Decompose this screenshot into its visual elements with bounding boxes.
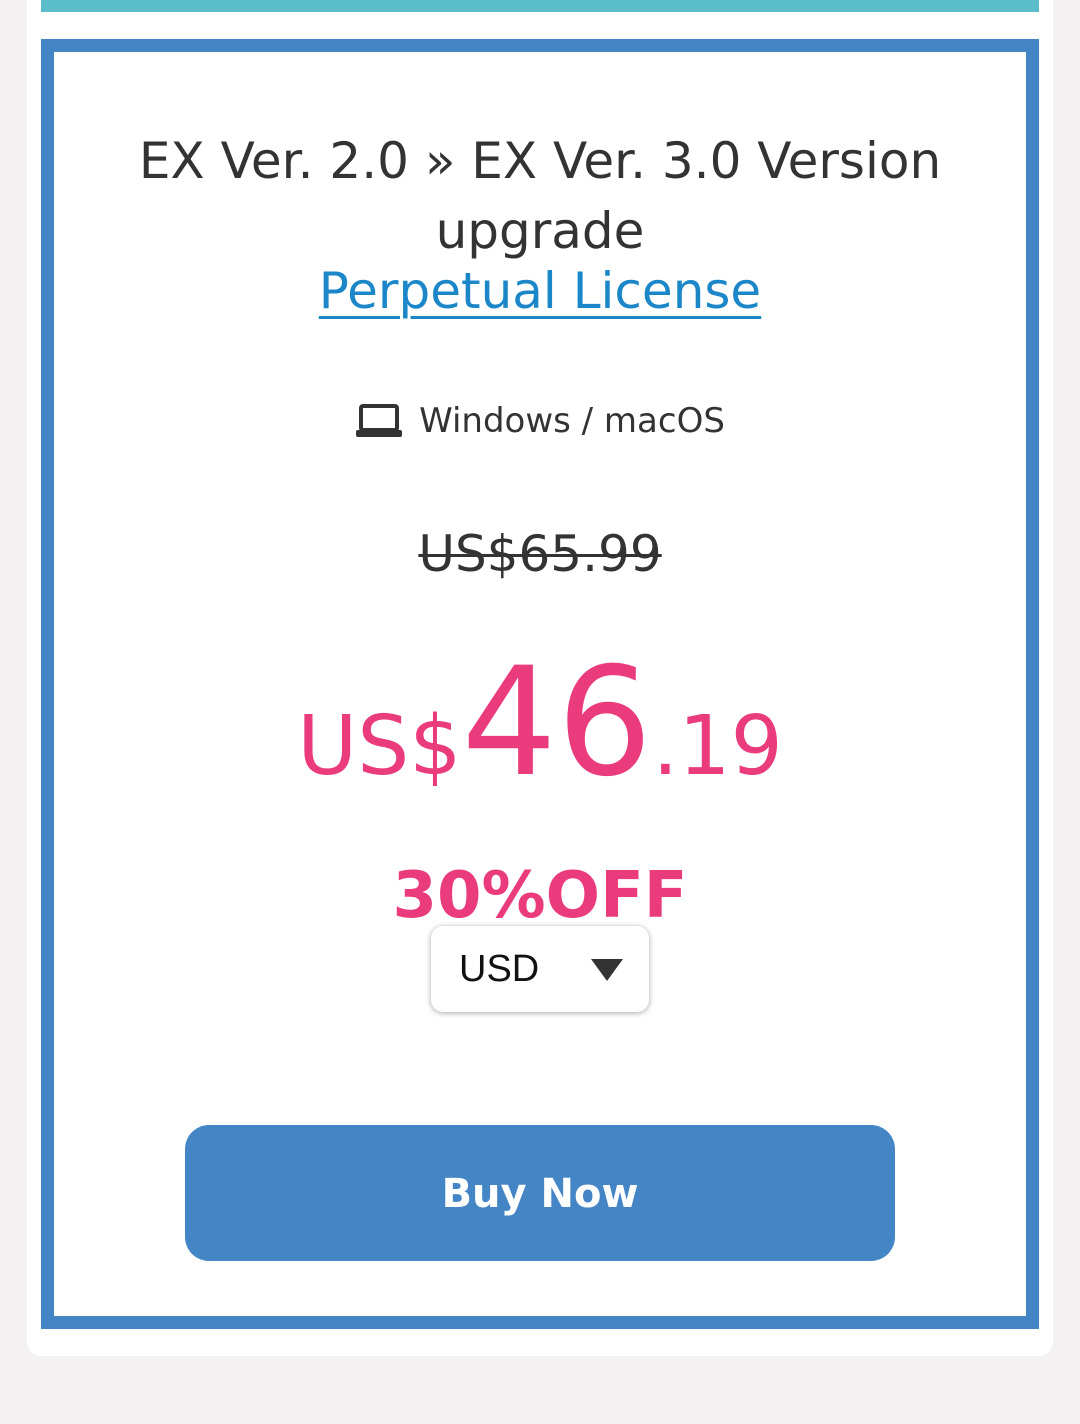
buy-now-button[interactable]: Buy Now <box>185 1125 895 1261</box>
platform-label: Windows / macOS <box>419 401 725 441</box>
sale-price-currency: US$ <box>297 699 462 794</box>
perpetual-license-link[interactable]: Perpetual License <box>319 262 761 320</box>
platform-info: Windows / macOS <box>54 396 1026 446</box>
license-type: Perpetual License <box>54 256 1026 326</box>
laptop-icon <box>355 403 403 439</box>
sale-price-integer: 46 <box>461 636 653 810</box>
currency-select-value: USD <box>459 948 540 990</box>
sale-price-decimal: .19 <box>652 699 783 794</box>
sale-price: US$46.19 <box>54 648 1026 798</box>
caret-down-icon <box>591 959 623 981</box>
discount-badge: 30%OFF <box>392 859 688 933</box>
plan-title: EX Ver. 2.0 » EX Ver. 3.0 Version upgrad… <box>54 126 1026 266</box>
plan-title-line-1: EX Ver. 2.0 » EX Ver. 3.0 Version <box>138 132 942 190</box>
original-price: US$65.99 <box>54 522 1026 586</box>
previous-card-border <box>41 0 1039 12</box>
currency-select[interactable]: USD <box>431 926 649 1012</box>
plan-card: EX Ver. 2.0 » EX Ver. 3.0 Version upgrad… <box>41 39 1039 1329</box>
original-price-value: US$65.99 <box>418 525 662 583</box>
